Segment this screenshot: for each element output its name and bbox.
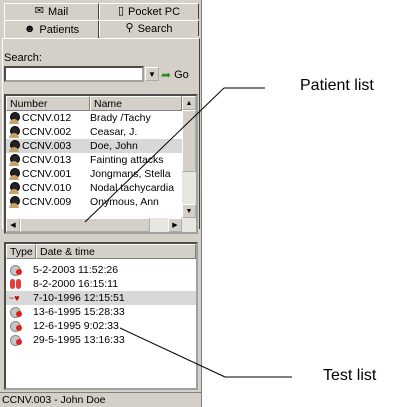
patient-row[interactable]: CCNV.009 Onymous, Ann bbox=[6, 195, 182, 209]
patient-row[interactable]: CCNV.012 Brady /Tachy bbox=[6, 111, 182, 125]
patient-list-annotation: Patient list bbox=[300, 77, 374, 94]
patients-panel: ✉ Mail ▯ Pocket PC ☻ Patients ⚲ Search S… bbox=[0, 0, 202, 407]
patient-number: CCNV.002 bbox=[22, 126, 72, 138]
go-button[interactable]: ➦ Go bbox=[161, 66, 199, 83]
search-icon: ⚲ bbox=[125, 22, 134, 34]
patient-row[interactable]: CCNV.010 Nodal tachycardia bbox=[6, 181, 182, 195]
mail-icon: ✉ bbox=[34, 5, 45, 17]
holter-icon bbox=[9, 306, 23, 318]
test-datetime: 8-2-2000 16:15:11 bbox=[33, 278, 119, 290]
holter-icon bbox=[9, 264, 23, 276]
test-row[interactable]: 5-2-2003 11:52:26 bbox=[6, 263, 196, 277]
test-datetime: 12-6-1995 9:02:33 bbox=[33, 320, 119, 332]
patient-row[interactable]: CCNV.001 Jongmans, Stella bbox=[6, 167, 182, 181]
tab-mail-label: Mail bbox=[48, 5, 69, 18]
patient-icon bbox=[8, 196, 20, 208]
patient-number: CCNV.010 bbox=[22, 182, 72, 194]
column-header-name[interactable]: Name bbox=[90, 96, 182, 111]
chevron-right-icon: ▶ bbox=[172, 222, 178, 229]
tab-pocket-pc-label: Pocket PC bbox=[128, 5, 181, 18]
chevron-up-icon: ▲ bbox=[185, 99, 193, 107]
patient-name: Doe, John bbox=[90, 140, 138, 152]
patient-icon bbox=[8, 182, 20, 194]
column-header-type[interactable]: Type bbox=[6, 244, 36, 259]
patient-icon bbox=[8, 154, 20, 166]
search-dropdown-button[interactable]: ▼ bbox=[145, 67, 159, 81]
patient-name: Ceasar, J. bbox=[90, 126, 138, 138]
patient-list-horizontal-scrollbar[interactable]: ◀ ▶ bbox=[6, 218, 196, 232]
patient-number: CCNV.013 bbox=[22, 154, 72, 166]
scroll-up-button[interactable]: ▲ bbox=[182, 96, 196, 110]
patient-number: CCNV.009 bbox=[22, 196, 72, 208]
patient-row[interactable]: CCNV.013 Fainting attacks bbox=[6, 153, 182, 167]
patient-icon bbox=[8, 140, 20, 152]
patient-list[interactable]: Number Name CCNV.012 Brady /Tachy CCNV.00… bbox=[4, 94, 198, 234]
test-list-header: Type Date & time bbox=[6, 244, 196, 259]
chevron-down-icon: ▼ bbox=[148, 69, 156, 79]
patient-rows: CCNV.012 Brady /Tachy CCNV.002 Ceasar, J. … bbox=[6, 111, 182, 209]
patient-number: CCNV.001 bbox=[22, 168, 72, 180]
patient-row[interactable]: CCNV.002 Ceasar, J. bbox=[6, 125, 182, 139]
patient-name: Onymous, Ann bbox=[90, 196, 159, 208]
test-datetime: 13-6-1995 15:28:33 bbox=[33, 306, 125, 318]
test-row[interactable]: 12-6-1995 9:02:33 bbox=[6, 319, 196, 333]
patient-list-header: Number Name bbox=[6, 96, 182, 111]
test-rows: 5-2-2003 11:52:26 8-2-2000 16:15:11 ~♥ 7-… bbox=[6, 263, 196, 347]
test-datetime: 7-10-1996 12:15:51 bbox=[33, 292, 125, 304]
tab-row-bottom: ☻ Patients ⚲ Search bbox=[4, 20, 199, 38]
tab-patients-label: Patients bbox=[39, 23, 80, 36]
search-label: Search: bbox=[4, 52, 42, 64]
patient-icon bbox=[8, 168, 20, 180]
patient-name: Nodal tachycardia bbox=[90, 182, 175, 194]
search-input[interactable] bbox=[4, 66, 144, 82]
holter-icon bbox=[9, 334, 23, 346]
tab-row-top: ✉ Mail ▯ Pocket PC bbox=[4, 3, 199, 20]
patient-name: Brady /Tachy bbox=[90, 112, 151, 124]
test-row[interactable]: 13-6-1995 15:28:33 bbox=[6, 305, 196, 319]
test-row[interactable]: 29-5-1995 13:16:33 bbox=[6, 333, 196, 347]
tab-patients[interactable]: ☻ Patients bbox=[4, 20, 99, 38]
chevron-down-icon: ▼ bbox=[185, 207, 193, 215]
holter-icon bbox=[9, 320, 23, 332]
scroll-thumb[interactable] bbox=[182, 110, 196, 172]
status-bar: CCNV.003 - John Doe bbox=[0, 392, 201, 407]
scroll-down-button[interactable]: ▼ bbox=[182, 204, 196, 218]
patient-name: Fainting attacks bbox=[90, 154, 164, 166]
test-list-annotation: Test list bbox=[323, 367, 377, 384]
lung-icon bbox=[9, 278, 23, 290]
scroll-thumb[interactable] bbox=[20, 218, 150, 232]
ecg-icon: ~♥ bbox=[9, 293, 20, 303]
pocket-pc-icon: ▯ bbox=[117, 5, 125, 17]
scroll-right-button[interactable]: ▶ bbox=[168, 218, 182, 232]
go-arrow-icon: ➦ bbox=[161, 67, 172, 82]
patient-number: CCNV.003 bbox=[22, 140, 72, 152]
scroll-left-button[interactable]: ◀ bbox=[6, 218, 20, 232]
test-list[interactable]: Type Date & time 5-2-2003 11:52:26 8-2-2… bbox=[4, 242, 198, 390]
column-header-number[interactable]: Number bbox=[6, 96, 90, 111]
patient-number: CCNV.012 bbox=[22, 112, 72, 124]
go-label: Go bbox=[174, 68, 189, 81]
test-datetime: 5-2-2003 11:52:26 bbox=[33, 264, 119, 276]
column-header-date-time[interactable]: Date & time bbox=[36, 244, 196, 259]
patient-icon bbox=[8, 126, 20, 138]
tab-search-label: Search bbox=[137, 22, 173, 35]
chevron-left-icon: ◀ bbox=[10, 222, 16, 229]
tab-mail[interactable]: ✉ Mail bbox=[4, 3, 99, 19]
patient-name: Jongmans, Stella bbox=[90, 168, 171, 180]
test-row-selected[interactable]: ~♥ 7-10-1996 12:15:51 bbox=[6, 291, 196, 305]
patient-icon bbox=[8, 112, 20, 124]
tab-pocket-pc[interactable]: ▯ Pocket PC bbox=[99, 3, 199, 19]
patient-row-selected[interactable]: CCNV.003 Doe, John bbox=[6, 139, 182, 153]
patient-list-vertical-scrollbar[interactable]: ▲ ▼ bbox=[182, 96, 196, 218]
test-datetime: 29-5-1995 13:16:33 bbox=[33, 334, 125, 346]
tab-search[interactable]: ⚲ Search bbox=[99, 20, 199, 36]
test-row[interactable]: 8-2-2000 16:15:11 bbox=[6, 277, 196, 291]
patients-icon: ☻ bbox=[23, 23, 36, 35]
